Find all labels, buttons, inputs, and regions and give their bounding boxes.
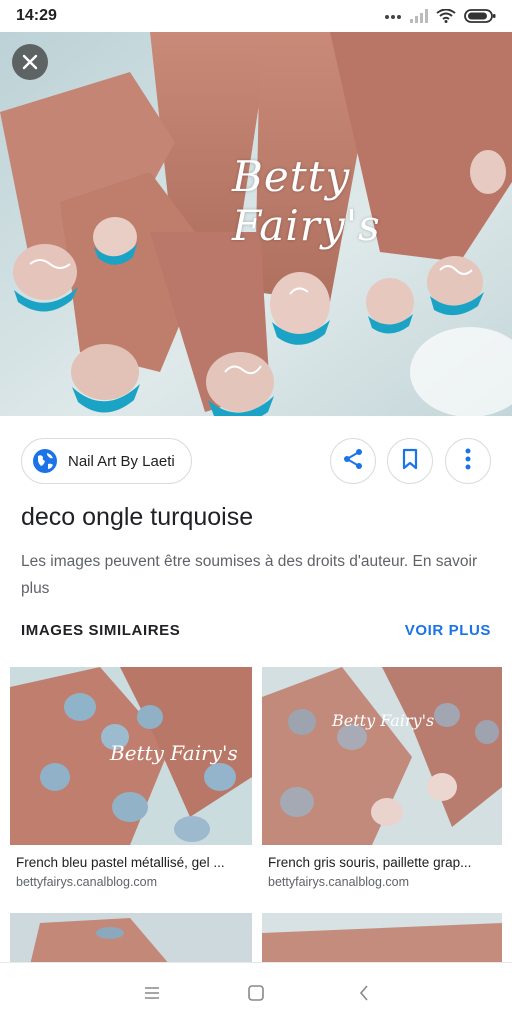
source-chip[interactable]: Nail Art By Laeti: [21, 438, 192, 484]
status-time: 14:29: [16, 7, 57, 24]
similar-thumbnail-3[interactable]: [10, 913, 252, 965]
similar-title-1[interactable]: French bleu pastel métallisé, gel ...: [16, 855, 252, 870]
hero-image[interactable]: Betty Fairy's: [0, 32, 512, 416]
close-icon: [22, 54, 38, 70]
more-dots-icon: [384, 12, 402, 20]
similar-domain-2: bettyfairys.canalblog.com: [268, 875, 410, 889]
status-icons: [384, 9, 496, 23]
close-button[interactable]: [12, 44, 48, 80]
back-chevron-icon: [357, 984, 371, 1007]
similar-title-2[interactable]: French gris souris, paillette grap...: [268, 855, 504, 870]
wifi-icon: [436, 9, 456, 23]
similar-domain-1: bettyfairys.canalblog.com: [16, 875, 158, 889]
share-button[interactable]: [330, 438, 376, 484]
hero-watermark: Betty Fairy's: [232, 152, 381, 250]
home-square-icon: [247, 984, 265, 1007]
image-title: deco ongle turquoise: [21, 503, 254, 531]
battery-icon: [464, 9, 496, 23]
similar-images-heading: IMAGES SIMILAIRES: [21, 622, 181, 639]
more-options-button[interactable]: [445, 438, 491, 484]
share-icon: [342, 448, 364, 475]
status-bar: 14:29: [0, 0, 512, 32]
menu-button[interactable]: [140, 983, 164, 1007]
more-vert-icon: [465, 448, 471, 475]
back-button[interactable]: [352, 983, 376, 1007]
thumbnail-watermark-1: Betty Fairy's: [110, 741, 238, 765]
bookmark-button[interactable]: [387, 438, 433, 484]
similar-thumbnail-2[interactable]: Betty Fairy's: [262, 667, 502, 845]
menu-icon: [143, 986, 161, 1005]
similar-thumbnail-1[interactable]: Betty Fairy's: [10, 667, 252, 845]
globe-icon: [32, 448, 58, 474]
bookmark-icon: [401, 448, 419, 475]
copyright-notice[interactable]: Les images peuvent être soumises à des d…: [21, 548, 491, 602]
thumbnail-watermark-2: Betty Fairy's: [332, 711, 435, 730]
similar-thumbnail-4[interactable]: [262, 913, 502, 965]
signal-icon: [410, 9, 428, 23]
home-button[interactable]: [244, 983, 268, 1007]
source-label: Nail Art By Laeti: [68, 452, 175, 470]
see-more-link[interactable]: VOIR PLUS: [405, 622, 491, 639]
system-nav-bar: [0, 962, 512, 1024]
